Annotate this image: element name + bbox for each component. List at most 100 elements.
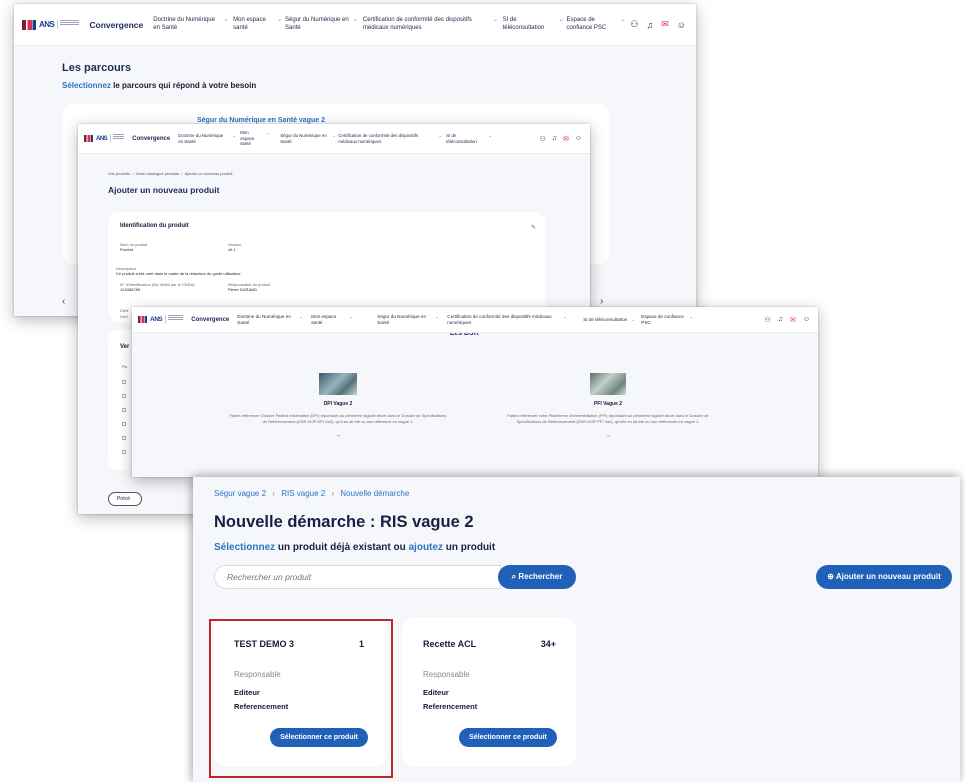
nav-item-mon-espace[interactable]: Mon espace santé ⌄	[233, 17, 285, 32]
dsr-item-desc: Faites référencer Dossier Patient Inform…	[229, 413, 447, 425]
bell-icon[interactable]: ♫	[647, 20, 654, 30]
nav-item-mon-espace[interactable]: Mon espace santé ⌄	[240, 130, 280, 147]
checkbox[interactable]	[122, 436, 126, 440]
add-product-button[interactable]: ⊕ Ajouter un nouveau produit	[816, 565, 952, 589]
nav-item-mon-espace[interactable]: Mon espace santé ⌄	[311, 314, 377, 325]
edit-icon[interactable]: ✎	[531, 224, 536, 231]
breadcrumb-item[interactable]: RIS vague 2	[281, 489, 325, 498]
arrow-right-icon[interactable]: →	[228, 432, 448, 439]
users-icon[interactable]: ⚇	[630, 19, 638, 30]
section-heading: Les DSR	[450, 333, 479, 337]
arrow-right-icon[interactable]: →	[498, 432, 718, 439]
nav-item-si-teleconsultation[interactable]: SI de téléconsultation ⌄	[503, 17, 567, 32]
screenshot-nouvelle-demarche: Ségur vague 2 › RIS vague 2 › Nouvelle d…	[193, 477, 960, 782]
nav-item-segur[interactable]: Ségur du Numérique en Santé ⌄	[285, 17, 363, 32]
top-nav: ANS Convergence Doctrine du Numérique en…	[132, 307, 818, 333]
section-title: Identification du produit	[120, 223, 189, 229]
dpi-illustration	[319, 373, 357, 395]
identification-card: Identification du produit ✎ Nom du produ…	[108, 212, 546, 322]
ans-logo[interactable]: ANS	[138, 315, 184, 324]
product-role: Responsable	[423, 670, 470, 679]
checkbox[interactable]	[122, 408, 126, 412]
screenshot-les-dsr: ANS Convergence Doctrine du Numérique en…	[132, 307, 818, 477]
user-icon[interactable]: ☺	[677, 20, 686, 30]
search-placeholder: Rechercher un produit	[227, 572, 312, 582]
product-line: Referencement	[423, 702, 478, 711]
dsr-item-desc: Faites référencer votre Plateforme d'Int…	[507, 413, 709, 425]
breadcrumb-item[interactable]: Vos produits	[108, 171, 130, 176]
checkbox[interactable]	[122, 380, 126, 384]
nav-item-si-teleconsultation[interactable]: SI de téléconsultation ⌄	[583, 317, 641, 323]
column-header: Pa	[122, 364, 127, 369]
breadcrumb-item[interactable]: Votre catalogue produits	[136, 171, 179, 176]
nav-item-doctrine[interactable]: Doctrine du Numérique en Santé ⌄	[178, 133, 240, 144]
product-name: Recette ACL	[423, 639, 477, 649]
select-product-button[interactable]: Sélectionner ce produit	[459, 728, 557, 747]
users-icon[interactable]: ⚇	[539, 135, 545, 143]
cut-label: Certi	[120, 308, 129, 313]
ans-logo[interactable]: ANS	[84, 134, 125, 143]
previous-button[interactable]: Précé	[108, 492, 142, 506]
field-value: Ce produit a été créé dans le cadre de l…	[116, 271, 242, 276]
product-count: 34+	[540, 639, 556, 649]
dsr-item-title: DPI Vague 2	[323, 401, 353, 407]
top-nav: ANS Convergence Doctrine du Numérique en…	[78, 124, 590, 154]
bell-icon[interactable]: ♫	[778, 316, 783, 323]
breadcrumb-item: Ajouter un nouveau produit	[184, 171, 233, 176]
top-nav: ANS Convergence Doctrine du Numérique en…	[14, 4, 696, 46]
section-title: Ver	[120, 344, 130, 350]
nav-brand[interactable]: Convergence	[191, 317, 229, 323]
search-icon: ⌕	[511, 572, 517, 581]
cut-label: Cert	[120, 314, 128, 319]
nav-item-doctrine[interactable]: Doctrine du Numérique en Santé ⌄	[153, 17, 233, 32]
page-title: Ajouter un nouveau produit	[108, 185, 220, 195]
checkbox[interactable]	[122, 422, 126, 426]
bell-icon[interactable]: ♫	[552, 135, 557, 142]
users-icon[interactable]: ⚇	[764, 316, 770, 324]
carousel-next-button[interactable]: ›	[600, 296, 603, 307]
page-subtitle: Sélectionnez le parcours qui répond à vo…	[62, 81, 257, 90]
user-icon[interactable]: ☺	[575, 135, 582, 142]
page-subtitle: Sélectionnez un produit déjà existant ou…	[214, 542, 496, 553]
nav-item-certification[interactable]: Certification de conformité des disposit…	[447, 314, 583, 325]
ans-logo[interactable]: ANS	[22, 19, 80, 30]
mail-icon[interactable]: ✉	[661, 19, 669, 30]
mail-icon[interactable]: ✉	[790, 316, 796, 324]
field-value: v0.1	[228, 247, 236, 252]
page-title: Les parcours	[62, 62, 132, 74]
nav-item-segur[interactable]: Ségur du Numérique en Santé ⌄	[377, 314, 447, 325]
checkbox[interactable]	[122, 394, 126, 398]
highlight-box	[209, 619, 393, 778]
breadcrumb-item[interactable]: Ségur vague 2	[214, 489, 266, 498]
dsr-item-title: PFI Vague 2	[593, 401, 623, 407]
search-button[interactable]: ⌕ Rechercher	[498, 565, 576, 589]
plus-circle-icon: ⊕	[827, 572, 834, 581]
nav-item-si-teleconsultation[interactable]: SI de téléconsultation ⌄	[446, 133, 496, 144]
dsr-item-dpi[interactable]: DPI Vague 2 Faites référencer Dossier Pa…	[228, 373, 448, 439]
pfi-illustration	[590, 373, 626, 395]
checkbox[interactable]	[122, 450, 126, 454]
search-input[interactable]: Rechercher un produit	[214, 565, 501, 589]
field-value: 123456789	[120, 287, 141, 292]
parcours-card-label: Ségur du Numérique en Santé vague 2	[197, 117, 325, 124]
breadcrumb: Ségur vague 2 › RIS vague 2 › Nouvelle d…	[214, 489, 410, 498]
nav-item-espace-psc[interactable]: Espace de confiance PSC ⌄	[567, 17, 631, 32]
nav-brand[interactable]: Convergence	[89, 20, 143, 30]
nav-item-segur[interactable]: Ségur du Numérique en Santé ⌄	[280, 133, 338, 144]
nav-brand[interactable]: Convergence	[132, 136, 170, 142]
breadcrumb: Vos produits › Votre catalogue produits …	[108, 171, 233, 176]
carousel-prev-button[interactable]: ‹	[62, 296, 65, 307]
nav-item-espace-psc[interactable]: Espace de confiance PSC ⌄	[641, 314, 697, 325]
breadcrumb-item: Nouvelle démarche	[340, 489, 410, 498]
product-card-recette-acl[interactable]: Recette ACL 34+ Responsable Editeur Refe…	[402, 617, 576, 767]
field-value: Produit	[120, 247, 133, 252]
product-line: Editeur	[423, 688, 449, 697]
nav-item-certification[interactable]: Certification de conformité des disposit…	[363, 17, 503, 32]
page-title: Nouvelle démarche : RIS vague 2	[214, 513, 474, 531]
nav-item-doctrine[interactable]: Doctrine du Numérique en Santé ⌄	[237, 314, 311, 325]
nav-item-certification[interactable]: Certification de conformité des disposit…	[338, 133, 446, 144]
field-value: Pierre DURAND	[228, 287, 257, 292]
dsr-item-pfi[interactable]: PFI Vague 2 Faites référencer votre Plat…	[498, 373, 718, 439]
mail-icon[interactable]: ✉	[563, 135, 569, 143]
user-icon[interactable]: ☺	[803, 316, 810, 323]
